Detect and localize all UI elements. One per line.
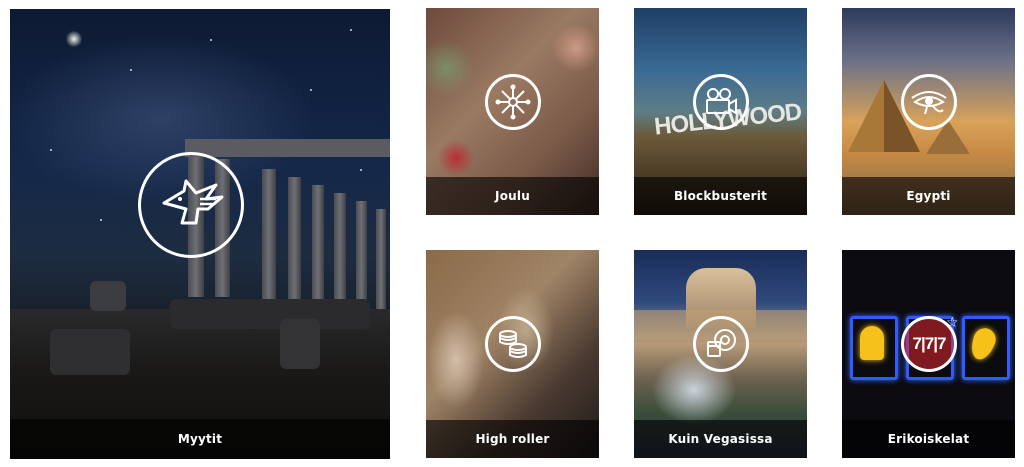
tile-label-bar: Erikoiskelat [842,420,1015,458]
category-tile-erikoiskelat[interactable]: 7|7|7 ☆ Erikoiskelat [842,250,1015,458]
tile-label: Joulu [495,189,530,203]
tile-label-bar: Myytit [10,419,390,459]
pegasus-icon [138,152,244,258]
category-tile-egypti[interactable]: Egypti [842,8,1015,215]
tile-label: Myytit [177,432,223,446]
tile-label: Blockbusterit [673,189,768,203]
tile-label: Erikoiskelat [887,432,970,446]
category-tile-joulu[interactable]: Joulu [426,8,599,215]
tile-label: Egypti [906,189,951,203]
tile-label-bar: Joulu [426,177,599,215]
tile-label: High roller [475,432,550,446]
roulette-icon [693,316,749,372]
snowflake-icon [485,74,541,130]
tile-label-bar: Kuin Vegasissa [634,420,807,458]
coin-stack-icon [485,316,541,372]
tile-label-bar: Egypti [842,177,1015,215]
bell-icon [860,326,884,360]
category-tile-kuin-vegasissa[interactable]: Kuin Vegasissa [634,250,807,458]
star-icon: ☆ [946,315,959,331]
category-tile-high-roller[interactable]: High roller [426,250,599,458]
tile-label: Kuin Vegasissa [668,432,773,446]
tile-label-bar: High roller [426,420,599,458]
eye-of-horus-icon [901,74,957,130]
category-tile-myytit[interactable]: Myytit [10,9,390,459]
movie-camera-icon [693,74,749,130]
category-tile-blockbusterit[interactable]: HOLLYWOOD Blockbusterit [634,8,807,215]
tile-label-bar: Blockbusterit [634,177,807,215]
slot-777-text: 7|7|7 [912,334,947,353]
